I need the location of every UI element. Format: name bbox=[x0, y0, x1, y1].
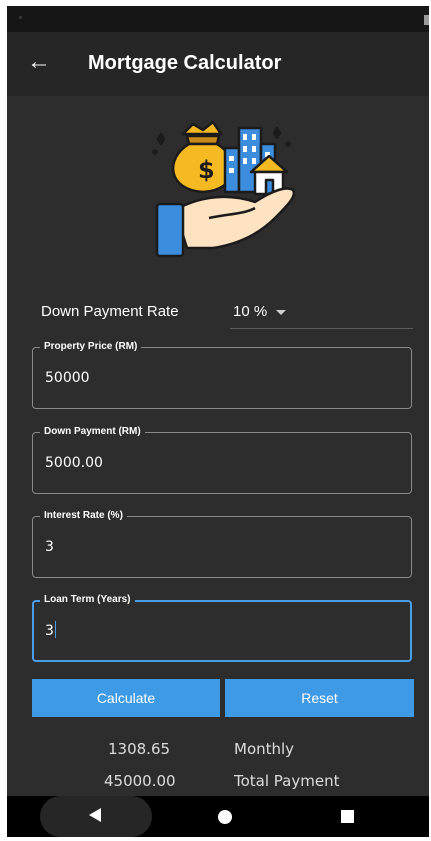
phone-screen: ← Mortgage Calculator $ Down Payment Rat… bbox=[7, 6, 429, 837]
reset-button[interactable]: Reset bbox=[225, 679, 414, 717]
page-title: Mortgage Calculator bbox=[88, 52, 282, 74]
status-dot bbox=[19, 16, 22, 19]
back-arrow-icon[interactable]: ← bbox=[23, 46, 55, 78]
mortgage-illustration-icon: $ bbox=[152, 120, 296, 258]
property-price-field[interactable]: Property Price (RM) 50000 bbox=[32, 339, 412, 409]
total-payment-label: Total Payment bbox=[234, 772, 340, 790]
svg-text:$: $ bbox=[198, 156, 215, 184]
down-payment-label: Down Payment (RM) bbox=[40, 424, 145, 440]
calculate-button[interactable]: Calculate bbox=[32, 679, 220, 717]
loan-term-value: 3 bbox=[45, 623, 54, 639]
down-payment-field[interactable]: Down Payment (RM) 5000.00 bbox=[32, 424, 412, 494]
system-nav-bar bbox=[7, 796, 429, 837]
text-cursor bbox=[54, 621, 56, 638]
property-price-label: Property Price (RM) bbox=[40, 339, 142, 355]
down-payment-rate-label: Down Payment Rate bbox=[41, 303, 179, 320]
caret-down-icon bbox=[276, 310, 286, 315]
nav-home-icon[interactable] bbox=[218, 810, 232, 824]
interest-rate-value: 3 bbox=[45, 539, 54, 555]
battery-icon bbox=[424, 15, 429, 25]
total-payment-value: 45000.00 bbox=[104, 772, 176, 790]
nav-back-icon[interactable] bbox=[89, 808, 101, 822]
loan-term-label: Loan Term (Years) bbox=[40, 592, 135, 608]
loan-term-field[interactable]: Loan Term (Years) 3 bbox=[32, 592, 412, 662]
nav-recents-icon[interactable] bbox=[341, 810, 354, 823]
interest-rate-label: Interest Rate (%) bbox=[40, 508, 127, 524]
down-payment-rate-dropdown[interactable]: 10 % bbox=[230, 300, 413, 329]
monthly-label: Monthly bbox=[234, 740, 295, 758]
monthly-value: 1308.65 bbox=[108, 740, 171, 758]
interest-rate-field[interactable]: Interest Rate (%) 3 bbox=[32, 508, 412, 578]
status-bar bbox=[7, 6, 429, 32]
loan-term-value-wrap: 3 bbox=[45, 621, 56, 641]
down-payment-rate-value: 10 % bbox=[233, 303, 268, 320]
down-payment-value: 5000.00 bbox=[45, 455, 103, 471]
app-bar: ← Mortgage Calculator bbox=[7, 32, 429, 96]
property-price-value: 50000 bbox=[45, 370, 90, 386]
